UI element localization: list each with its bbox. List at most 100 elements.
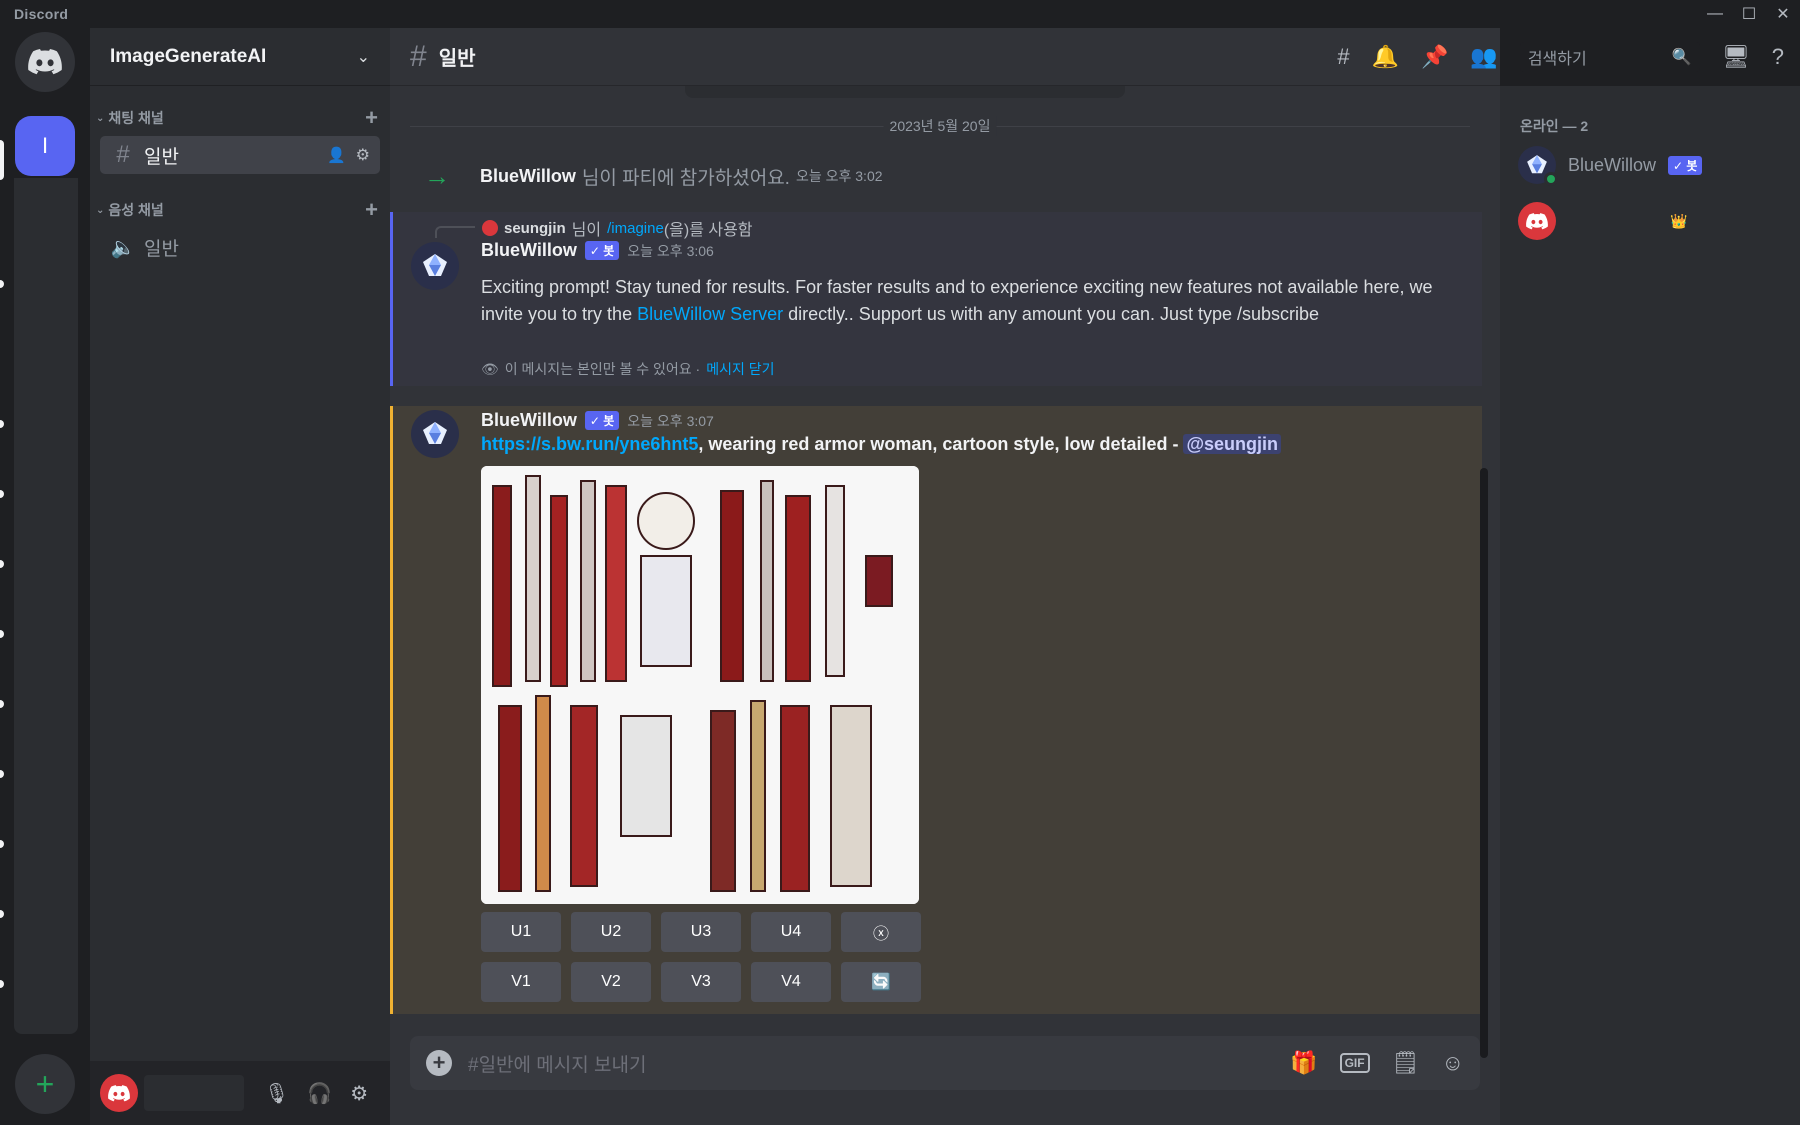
- unread-indicator: [0, 700, 4, 708]
- maximize-icon[interactable]: ☐: [1732, 0, 1766, 28]
- window-titlebar: Discord — ☐ ✕: [0, 0, 1800, 28]
- message-input[interactable]: #일반에 메시지 보내기: [468, 1050, 1290, 1077]
- close-icon[interactable]: ✕: [1766, 0, 1800, 28]
- microphone-icon[interactable]: 🎙: [264, 1081, 289, 1106]
- dismiss-message-link[interactable]: 메시지 닫기: [706, 359, 774, 379]
- gear-icon[interactable]: ⚙: [350, 1081, 368, 1106]
- hashtag-icon: #: [410, 39, 427, 73]
- join-arrow-icon: →: [424, 160, 450, 191]
- app-name: Discord: [14, 6, 69, 22]
- member-bluewillow[interactable]: BlueWillow ✓ 봇: [1518, 146, 1703, 186]
- reply-suffix: (을)를 사용함: [663, 222, 753, 239]
- system-text: 님이 파티에 참가하셨어요.: [581, 167, 790, 189]
- avatar[interactable]: [100, 1074, 138, 1112]
- home-button[interactable]: [15, 32, 75, 92]
- date-divider: 2023년 5월 20일: [410, 116, 1470, 136]
- upscale-3-button[interactable]: U3: [661, 912, 741, 952]
- member-name: BlueWillow: [1568, 154, 1657, 175]
- upscale-1-button[interactable]: U1: [481, 912, 561, 952]
- upscale-4-button[interactable]: U4: [751, 912, 831, 952]
- add-attachment-icon[interactable]: +: [426, 1050, 452, 1076]
- emoji-icon[interactable]: ☺: [1442, 1050, 1464, 1076]
- message-header: BlueWillow ✓ 봇 오늘 오후 3:06: [481, 240, 714, 261]
- search-input[interactable]: 검색하기 🔍: [1519, 42, 1700, 72]
- reply-text: 님이: [571, 222, 602, 239]
- window-controls: — ☐ ✕: [1698, 0, 1800, 28]
- image-content: [481, 466, 919, 904]
- unread-indicator: [0, 490, 4, 498]
- channel-item-general[interactable]: # 일반 👤 ⚙: [100, 136, 380, 174]
- upscale-2-button[interactable]: U2: [571, 912, 651, 952]
- reply-connector: [435, 226, 475, 238]
- help-icon[interactable]: ?: [1772, 44, 1784, 70]
- unread-indicator: [0, 280, 4, 288]
- highlighted-message: BlueWillow ✓ 봇 오늘 오후 3:07 https://s.bw.r…: [390, 406, 1482, 1014]
- search-placeholder: 검색하기: [1527, 51, 1587, 68]
- eye-icon: 👁: [481, 360, 499, 377]
- members-icon[interactable]: 👥: [1470, 44, 1497, 70]
- chevron-down-icon: ⌄: [356, 48, 370, 66]
- discord-logo-icon: [28, 49, 62, 75]
- server-link[interactable]: BlueWillow Server: [637, 304, 783, 324]
- channel-header: # 일반: [390, 28, 1500, 86]
- voice-channel-general[interactable]: 🔈 일반: [100, 228, 380, 266]
- members-header: 온라인 — 2: [1520, 118, 1589, 134]
- avatar[interactable]: [411, 410, 459, 458]
- gift-icon[interactable]: 🎁: [1290, 1050, 1317, 1076]
- generated-image-grid[interactable]: [481, 466, 919, 904]
- variation-2-button[interactable]: V2: [571, 962, 651, 1002]
- image-link[interactable]: https://s.bw.run/yne6hnt5: [481, 434, 698, 454]
- server-list: [14, 178, 78, 1034]
- user-panel: 🎙 🎧 ⚙: [90, 1061, 390, 1125]
- avatar: [482, 220, 498, 236]
- sticker-icon[interactable]: 🗒: [1392, 1050, 1420, 1076]
- unread-indicator: [0, 980, 4, 988]
- member-list: 온라인 — 2 BlueWillow ✓ 봇 👑: [1500, 86, 1800, 1125]
- channel-sidebar: ImageGenerateAI ⌄ ⌄ 채팅 채널 + # 일반 👤 ⚙ ⌄ 음성 …: [90, 28, 390, 1125]
- server-icon-imagegenerateai[interactable]: I: [15, 116, 75, 176]
- member-owner[interactable]: 👑: [1518, 202, 1687, 240]
- scrollbar[interactable]: [1480, 468, 1488, 1058]
- avatar[interactable]: [411, 242, 459, 290]
- variation-4-button[interactable]: V4: [751, 962, 831, 1002]
- variation-3-button[interactable]: V3: [661, 962, 741, 1002]
- author-name[interactable]: BlueWillow: [481, 410, 577, 431]
- channel-label: 일반: [144, 146, 179, 168]
- reroll-icon[interactable]: 🔄: [841, 962, 921, 1002]
- bot-badge: ✓ 봇: [584, 411, 620, 430]
- avatar: [1518, 146, 1558, 186]
- command-name[interactable]: /imagine: [607, 220, 664, 237]
- minimize-icon[interactable]: —: [1698, 0, 1732, 28]
- gear-icon[interactable]: ⚙: [356, 145, 370, 165]
- bot-badge: ✓ 봇: [584, 241, 620, 260]
- add-server-icon[interactable]: +: [15, 1054, 75, 1114]
- system-author[interactable]: BlueWillow: [480, 166, 576, 187]
- hashtag-icon: #: [116, 141, 130, 168]
- avatar: [1518, 202, 1556, 240]
- server-header[interactable]: ImageGenerateAI ⌄: [90, 28, 390, 86]
- ephemeral-message: seungjin 님이 /imagine (을)를 사용함 BlueWillow …: [390, 212, 1482, 386]
- category-voice-channels[interactable]: ⌄ 음성 채널 +: [90, 197, 390, 223]
- close-circle-icon[interactable]: ⓧ: [841, 912, 921, 952]
- category-text-channels[interactable]: ⌄ 채팅 채널 +: [90, 105, 390, 131]
- invite-icon[interactable]: 👤: [327, 146, 346, 164]
- bell-icon[interactable]: 🔔: [1372, 44, 1399, 70]
- username-area[interactable]: [144, 1075, 244, 1111]
- discord-logo-icon: [1526, 212, 1548, 229]
- unread-indicator: [0, 630, 4, 638]
- timestamp: 오늘 오후 3:06: [627, 242, 714, 259]
- inbox-icon[interactable]: 🖥: [1722, 44, 1750, 70]
- threads-icon[interactable]: #: [1337, 44, 1349, 70]
- interaction-reference[interactable]: seungjin 님이 /imagine (을)를 사용함: [482, 216, 753, 240]
- add-channel-icon[interactable]: +: [365, 105, 378, 131]
- variation-1-button[interactable]: V1: [481, 962, 561, 1002]
- pin-icon[interactable]: 📌: [1421, 44, 1448, 70]
- user-mention[interactable]: @seungjin: [1183, 434, 1282, 454]
- message-composer: + #일반에 메시지 보내기 🎁 GIF 🗒 ☺: [410, 1036, 1480, 1090]
- gif-picker-button[interactable]: GIF: [1339, 1053, 1370, 1073]
- add-channel-icon[interactable]: +: [365, 197, 378, 223]
- author-name[interactable]: BlueWillow: [481, 240, 577, 261]
- server-rail: I +: [0, 28, 90, 1125]
- headphones-icon[interactable]: 🎧: [307, 1081, 332, 1106]
- message-body: Exciting prompt! Stay tuned for results.…: [481, 274, 1441, 328]
